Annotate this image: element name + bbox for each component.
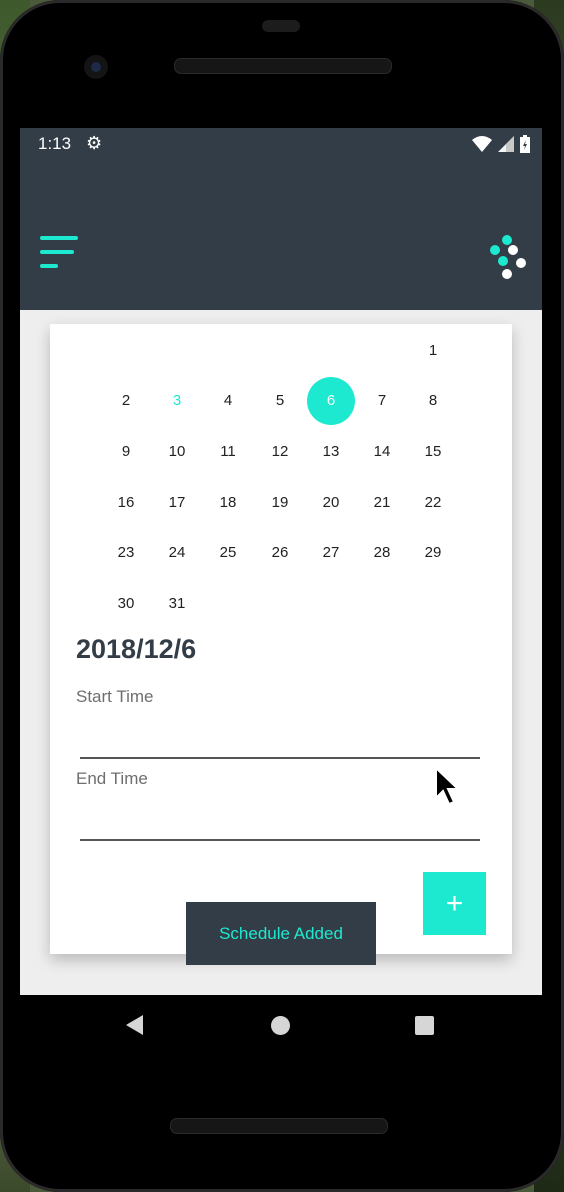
- calendar-day[interactable]: 13: [307, 428, 355, 476]
- calendar-day[interactable]: 8: [409, 377, 457, 425]
- calendar-day[interactable]: 24: [153, 529, 201, 577]
- end-time-input[interactable]: [80, 839, 480, 841]
- calendar-day[interactable]: 22: [409, 479, 457, 527]
- battery-icon: [520, 135, 530, 153]
- calendar-day[interactable]: 6: [307, 377, 355, 425]
- calendar-day[interactable]: 4: [204, 377, 252, 425]
- toast-message: Schedule Added: [186, 902, 376, 965]
- speaker-grill-bottom: [170, 1118, 388, 1134]
- calendar-day[interactable]: 17: [153, 479, 201, 527]
- mouse-cursor-icon: [435, 766, 461, 806]
- calendar-day[interactable]: 29: [409, 529, 457, 577]
- calendar-day[interactable]: 18: [204, 479, 252, 527]
- calendar-day[interactable]: 3: [153, 377, 201, 425]
- calendar-day[interactable]: 16: [102, 479, 150, 527]
- wifi-icon: [472, 136, 492, 152]
- schedule-card: 1 2 3 4 5 6 7 8 9 10 11 12 13 14 15 16 17 18 19 20 21 22 23 24 2…: [50, 324, 512, 954]
- calendar-day[interactable]: 12: [256, 428, 304, 476]
- start-time-label: Start Time: [76, 687, 154, 706]
- calendar-day[interactable]: 26: [256, 529, 304, 577]
- calendar-day[interactable]: 27: [307, 529, 355, 577]
- calendar-day[interactable]: 19: [256, 479, 304, 527]
- calendar-day[interactable]: 25: [204, 529, 252, 577]
- menu-icon[interactable]: [40, 236, 80, 270]
- calendar-day[interactable]: 28: [358, 529, 406, 577]
- calendar-day[interactable]: 2: [102, 377, 150, 425]
- nav-home-icon[interactable]: [271, 1016, 290, 1035]
- add-schedule-button[interactable]: +: [423, 872, 486, 935]
- app-bar: [20, 160, 542, 310]
- calendar-day[interactable]: 10: [153, 428, 201, 476]
- calendar-day[interactable]: 21: [358, 479, 406, 527]
- signal-icon: [498, 136, 514, 152]
- start-time-input[interactable]: [80, 757, 480, 759]
- front-camera: [84, 55, 108, 79]
- calendar-day[interactable]: 15: [409, 428, 457, 476]
- calendar-day[interactable]: 9: [102, 428, 150, 476]
- phone-frame: 1:13 ⚙ 1 2 3 4 5 6 7 8 9 10 11 12 13 14 …: [0, 0, 564, 1192]
- end-time-label: End Time: [76, 769, 148, 788]
- dots-logo-icon[interactable]: [488, 235, 532, 283]
- calendar-day[interactable]: 14: [358, 428, 406, 476]
- status-time: 1:13: [38, 134, 72, 153]
- status-bar: 1:13 ⚙: [20, 128, 542, 160]
- selected-date-title: 2018/12/6: [76, 634, 197, 664]
- status-icons: [472, 134, 530, 154]
- calendar-day[interactable]: 30: [102, 580, 150, 628]
- earpiece: [262, 20, 300, 32]
- gear-icon: ⚙: [86, 133, 103, 153]
- calendar-day[interactable]: 5: [256, 377, 304, 425]
- calendar-day[interactable]: 23: [102, 529, 150, 577]
- nav-recents-icon[interactable]: [415, 1016, 434, 1035]
- calendar-day[interactable]: 11: [204, 428, 252, 476]
- speaker-grill-top: [174, 58, 392, 74]
- calendar-day[interactable]: 31: [153, 580, 201, 628]
- calendar-day[interactable]: 1: [409, 327, 457, 375]
- calendar-day[interactable]: 7: [358, 377, 406, 425]
- calendar-day[interactable]: 20: [307, 479, 355, 527]
- screen: 1:13 ⚙ 1 2 3 4 5 6 7 8 9 10 11 12 13 14 …: [20, 128, 542, 995]
- nav-back-icon[interactable]: [126, 1015, 143, 1035]
